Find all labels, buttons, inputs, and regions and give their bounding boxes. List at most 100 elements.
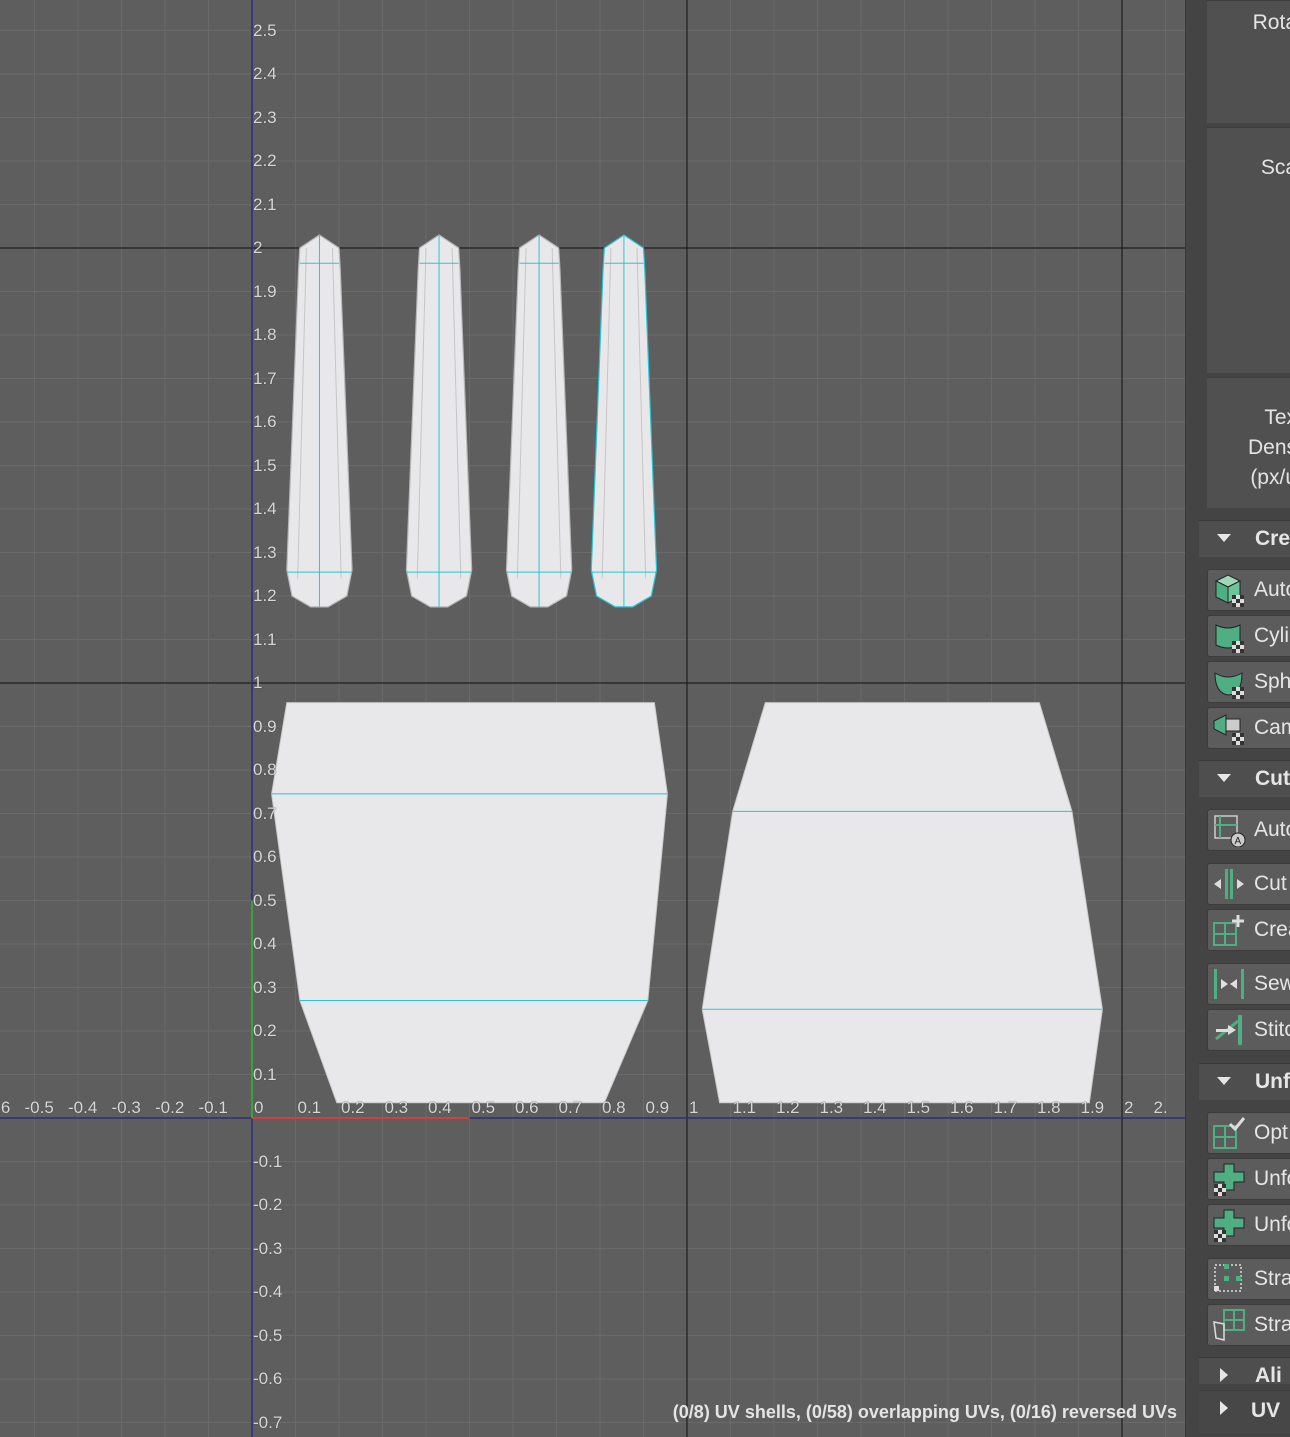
uv-toolkit-panel: Rota Sca Tex Dens (px/u Cre Auto Cyli [1199,0,1290,1437]
v-tick-label: 1 [253,673,263,692]
spherical-icon [1214,672,1244,699]
u-tick-label: 1 [689,1098,699,1117]
collapse-arrow-icon [1220,1401,1228,1415]
expand-arrow-icon [1217,1077,1231,1085]
u-tick-label: 2 [1124,1098,1134,1117]
u-tick-label: 1.4 [863,1098,887,1117]
straighten-shell-icon [1213,1309,1245,1341]
u-tick-label: 0.1 [297,1098,322,1117]
rotate-prop-box: Rota [1207,0,1290,123]
expand-arrow-icon [1217,774,1231,782]
unfold-options-button[interactable]: Unfo [1207,1204,1290,1246]
unfold-icon [1213,1209,1245,1242]
v-tick-label: 1.6 [253,412,277,431]
v-tick-label: 1.3 [253,542,277,562]
create-shell-icon [1213,915,1244,946]
v-tick-label: -0.4 [253,1282,283,1301]
u-tick-label: -0.6 [0,1098,11,1117]
v-tick-label: 1.8 [253,325,277,344]
u-tick-label: 1.1 [732,1098,757,1117]
sew-label: Sew [1254,972,1290,995]
cut-icon [1214,869,1244,899]
v-tick-label: 0.8 [253,760,277,779]
v-tick-label: 1.4 [253,499,277,518]
u-tick-label: 1.8 [1037,1098,1061,1117]
uv-shell-body-2 [701,702,1103,1104]
unfold-button[interactable]: Unfo [1207,1158,1290,1200]
section-cut-and-sew[interactable]: Cut [1199,760,1290,797]
v-tick-label: 1.7 [253,368,277,388]
optimize-icon [1213,1117,1246,1149]
u-tick-label: -0.1 [198,1098,228,1117]
section-cut-title: Cut [1255,767,1290,790]
u-tick-label: 0.3 [384,1098,409,1117]
u-tick-label: 0.2 [341,1098,365,1117]
panel-splitter[interactable] [1185,0,1200,1437]
v-tick-label: 2.5 [253,20,277,40]
u-tick-label: 0 [254,1098,264,1117]
rotate-label: Rota [1252,11,1290,34]
u-tick-label: 1.3 [819,1098,844,1117]
cylindrical-button[interactable]: Cyli [1207,615,1290,657]
section-unfold[interactable]: Unf [1199,1063,1290,1100]
u-tick-label: 0.7 [558,1098,583,1117]
v-tick-label: -0.2 [253,1195,283,1214]
camera-project-icon [1213,714,1244,745]
optimize-button[interactable]: Opt [1207,1112,1290,1154]
auto-seams-icon: A [1214,815,1246,847]
v-tick-label: 0.2 [253,1021,277,1040]
section-unfold-title: Unf [1255,1070,1290,1093]
texel-density-prop-box: Tex Dens (px/u [1207,377,1290,508]
section-uv-sets[interactable]: UV [1199,1390,1290,1433]
stitch-together-button[interactable]: Stitc [1207,1009,1290,1051]
v-tick-label: 1.2 [253,586,277,605]
sew-icon [1214,969,1244,999]
create-shell-button[interactable]: Crea [1207,909,1290,951]
uv-status-readout: (0/8) UV shells, (0/58) overlapping UVs,… [672,1402,1177,1422]
v-tick-label: 2.3 [253,107,277,127]
v-tick-label: 2 [253,238,263,257]
stitch-icon [1215,1015,1242,1045]
camera-project-button[interactable]: Cam [1207,707,1290,749]
v-tick-label: 0.9 [253,716,277,736]
straighten-shell-button[interactable]: Stra [1207,1304,1290,1346]
v-tick-label: -0.5 [253,1325,283,1345]
texel-label: Tex [1264,406,1290,429]
section-create[interactable]: Cre [1199,520,1290,557]
v-tick-label: -0.3 [253,1238,283,1258]
uv-editor-viewport[interactable]: 2.5 2.4 2.3 2.2 2.1 2 1.9 1.8 1.7 1.6 1.5 1.4 1.3 1.2… [0,0,1185,1437]
v-tick-label: 0.1 [253,1064,277,1084]
auto-seams-button[interactable]: A Auto [1207,809,1290,851]
collapse-arrow-icon [1220,1368,1228,1382]
auto-project-icon [1214,574,1244,607]
uv-grid [0,0,1185,1437]
section-align[interactable]: Ali [1199,1357,1290,1384]
uv-shell-body-1 [271,702,668,1104]
v-tick-label: 0.4 [253,934,277,953]
cylindrical-icon [1215,624,1244,653]
cut-button[interactable]: Cut [1207,863,1290,905]
auto-project-label: Auto [1254,578,1290,601]
scale-prop-box: Sca [1207,127,1290,373]
u-tick-label: 0.5 [471,1098,496,1117]
expand-arrow-icon [1217,534,1231,542]
unfold-icon [1213,1163,1245,1196]
stitch-label: Stitc [1254,1018,1290,1041]
auto-project-button[interactable]: Auto [1207,569,1290,611]
spherical-button[interactable]: Sph [1207,661,1290,703]
straighten-uvs-label: Stra [1254,1267,1290,1290]
sew-button[interactable]: Sew [1207,963,1290,1005]
optimize-label: Opt [1254,1121,1288,1144]
create-shell-label: Crea [1254,918,1290,941]
u-tick-label: 0.6 [515,1098,539,1117]
u-tick-label: 1.2 [776,1098,800,1117]
u-tick-label: 1.9 [1080,1098,1105,1117]
straighten-uvs-button[interactable]: Stra [1207,1258,1290,1300]
u-tick-label: 2. [1153,1098,1168,1117]
v-tick-label: -0.1 [253,1151,283,1171]
straighten-uvs-icon [1214,1264,1242,1292]
v-tick-label: 1.1 [253,629,277,649]
section-align-title: Ali [1255,1364,1282,1384]
scale-label: Sca [1260,156,1290,179]
u-tick-label: 0.4 [428,1098,452,1117]
